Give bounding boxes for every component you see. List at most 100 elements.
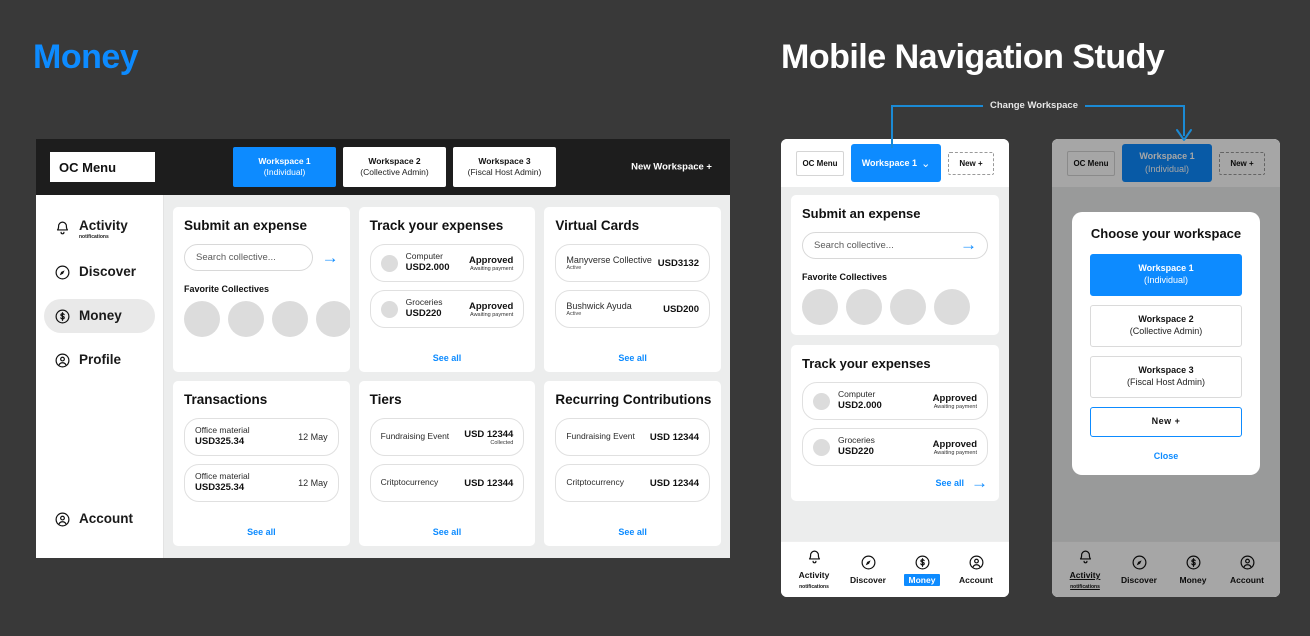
tab-activity-label: Activity — [1069, 570, 1101, 580]
favorite-collectives-avatars — [184, 301, 350, 337]
sidebar-item-discover[interactable]: Discover — [44, 255, 155, 289]
arrow-right-icon[interactable]: → — [960, 236, 977, 253]
workspace-tab-1[interactable]: Workspace 1 (Individual) — [233, 147, 336, 187]
recurring-amount: USD 12344 — [649, 431, 699, 443]
sidebar-item-money-label: Money — [79, 308, 122, 323]
workspace-selector-label: Workspace 1 — [861, 158, 918, 168]
person-circle-icon — [55, 512, 70, 526]
tab-activity[interactable]: Activity notifications — [788, 549, 840, 590]
desktop-body: Activity notifications Discover Money Pr… — [36, 195, 730, 558]
avatar[interactable] — [272, 301, 308, 337]
oc-menu-button[interactable]: OC Menu — [796, 150, 844, 176]
tab-activity[interactable]: Activity notifications — [1059, 549, 1111, 590]
avatar[interactable] — [846, 289, 882, 325]
avatar — [813, 438, 830, 456]
expense-row[interactable]: Computer USD2.000 Approved Awaiting paym… — [369, 244, 525, 282]
tab-account[interactable]: Account — [950, 554, 1002, 586]
expense-name: Computer — [405, 250, 443, 261]
modal-option-workspace-2[interactable]: Workspace 2 (Collective Admin) — [1090, 305, 1242, 347]
see-all-link[interactable]: See all — [544, 353, 721, 363]
modal-new-workspace-button[interactable]: New + — [1090, 407, 1242, 437]
search-collective-input[interactable]: Search collective... — [184, 244, 313, 271]
page-title-study: Mobile Navigation Study — [781, 38, 1165, 76]
dashboard-grid: Submit an expense Search collective... →… — [164, 195, 730, 558]
workspace-tab-2[interactable]: Workspace 2 (Collective Admin) — [343, 147, 446, 187]
sidebar-item-profile[interactable]: Profile — [44, 343, 155, 377]
compass-icon — [55, 265, 70, 279]
tier-row[interactable]: Critptocurrency USD 12344 — [369, 464, 525, 502]
sidebar-item-activity-sub: notifications — [79, 233, 109, 240]
avatar[interactable] — [934, 289, 970, 325]
sidebar-item-account-label: Account — [79, 511, 133, 526]
annotation-label: Change Workspace — [983, 100, 1085, 111]
tab-money-label: Money — [903, 573, 941, 586]
transaction-row[interactable]: Office material USD325.34 12 May — [184, 418, 339, 456]
recurring-row[interactable]: Critptocurrency USD 12344 — [555, 464, 710, 502]
expense-name: Groceries — [838, 434, 875, 445]
see-all-link[interactable]: See all — [544, 527, 721, 537]
phone-a-tabbar: Activity notifications Discover Money Ac… — [781, 541, 1009, 597]
tab-discover[interactable]: Discover — [1113, 554, 1165, 586]
sidebar-item-profile-label: Profile — [79, 352, 122, 367]
sidebar-item-account[interactable]: Account — [44, 502, 155, 536]
desktop-topbar: OC Menu Workspace 1 (Individual) Workspa… — [36, 139, 730, 195]
sidebar-item-money[interactable]: Money — [44, 299, 155, 333]
avatar[interactable] — [184, 301, 220, 337]
arrow-right-icon[interactable]: → — [322, 249, 339, 266]
card-submit-expense: Submit an expense Search collective... →… — [791, 195, 999, 335]
modal-option-2-role: (Collective Admin) — [1129, 326, 1203, 336]
transaction-row[interactable]: Office material USD325.34 12 May — [184, 464, 339, 502]
sidebar-item-activity[interactable]: Activity notifications — [44, 211, 155, 245]
expense-row[interactable]: Groceries USD220 Approved Awaiting payme… — [369, 290, 525, 328]
transaction-date: 12 May — [298, 478, 328, 488]
new-workspace-button[interactable]: New + — [1219, 151, 1265, 175]
see-all-link[interactable]: See all → — [802, 474, 988, 491]
tier-row[interactable]: Fundraising Event USD 12344 Collected — [369, 418, 525, 456]
bell-icon — [808, 550, 820, 564]
oc-menu-button[interactable]: OC Menu — [50, 152, 155, 182]
expense-amount: USD2.000 — [405, 262, 450, 274]
expense-row[interactable]: Groceries USD220 Approved Awaiting payme… — [802, 428, 988, 466]
tier-amount: USD 12344 — [464, 428, 514, 440]
avatar[interactable] — [228, 301, 264, 337]
virtual-card-row[interactable]: Bushwick Ayuda Active USD200 — [555, 290, 710, 328]
tab-money[interactable]: Money — [896, 554, 948, 586]
card-transactions-title: Transactions — [184, 392, 268, 407]
phone-mockup-a: OC Menu Workspace 1 ⌄ New + Submit an ex… — [781, 139, 1009, 597]
tab-discover[interactable]: Discover — [842, 554, 894, 586]
modal-close-link[interactable]: Close — [1090, 446, 1242, 463]
virtual-card-name: Bushwick Ayuda — [566, 301, 632, 311]
see-all-link[interactable]: See all — [359, 353, 536, 363]
card-track-expenses: Track your expenses Computer USD2.000 Ap… — [791, 345, 999, 501]
virtual-card-row[interactable]: Manyverse Collective Active USD3132 — [555, 244, 710, 282]
modal-option-workspace-3[interactable]: Workspace 3 (Fiscal Host Admin) — [1090, 356, 1242, 398]
new-workspace-button[interactable]: New Workspace + — [631, 162, 712, 173]
see-all-link[interactable]: See all — [173, 527, 350, 537]
recurring-name: Critptocurrency — [566, 477, 624, 488]
card-submit-expense: Submit an expense Search collective... →… — [173, 207, 350, 372]
tab-account[interactable]: Account — [1221, 554, 1273, 586]
workspace-tab-3[interactable]: Workspace 3 (Fiscal Host Admin) — [453, 147, 556, 187]
expense-name: Groceries — [405, 296, 443, 307]
search-row: Search collective... → — [802, 232, 988, 259]
transaction-date: 12 May — [298, 432, 328, 442]
see-all-link[interactable]: See all — [359, 527, 536, 537]
transaction-name: Office material — [195, 470, 250, 481]
avatar[interactable] — [802, 289, 838, 325]
workspace-tab-1-name: Workspace 1 — [258, 156, 311, 167]
avatar[interactable] — [316, 301, 350, 337]
expense-name: Computer — [838, 388, 876, 399]
modal-option-workspace-1[interactable]: Workspace 1 (Individual) — [1090, 254, 1242, 296]
modal-option-3-name: Workspace 3 — [1138, 365, 1194, 376]
expense-row[interactable]: Computer USD2.000 Approved Awaiting paym… — [802, 382, 988, 420]
avatar[interactable] — [890, 289, 926, 325]
sidebar: Activity notifications Discover Money Pr… — [36, 195, 164, 558]
workspace-tab-2-role: (Collective Admin) — [360, 167, 429, 177]
tab-money[interactable]: Money — [1167, 554, 1219, 586]
compass-icon — [861, 555, 875, 569]
status-note: Awaiting payment — [470, 265, 514, 272]
transaction-name: Office material — [195, 424, 250, 435]
modal-new-label: New + — [1151, 416, 1181, 427]
recurring-row[interactable]: Fundraising Event USD 12344 — [555, 418, 710, 456]
search-collective-input[interactable]: Search collective... → — [802, 232, 988, 259]
